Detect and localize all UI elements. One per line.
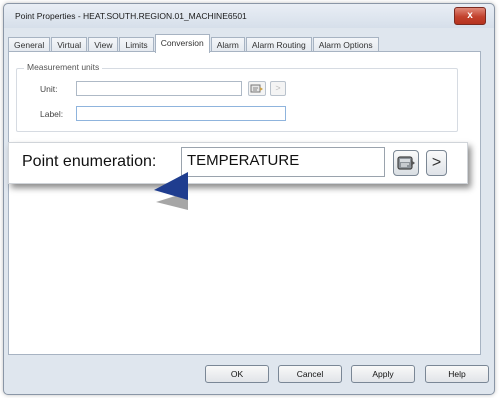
point-enumeration-browse-button[interactable] <box>393 150 419 176</box>
cancel-button[interactable]: Cancel <box>278 365 342 383</box>
point-enumeration-next-button[interactable]: > <box>426 150 447 176</box>
unit-field[interactable] <box>76 81 242 96</box>
point-enumeration-field[interactable]: TEMPERATURE <box>181 147 385 177</box>
close-button[interactable]: x <box>454 7 486 25</box>
help-button[interactable]: Help <box>425 365 489 383</box>
apply-button[interactable]: Apply <box>351 365 415 383</box>
pointer-arrow-icon <box>154 172 188 210</box>
ok-button[interactable]: OK <box>205 365 269 383</box>
measurement-units-group-label: Measurement units <box>24 62 103 72</box>
label-field[interactable] <box>76 106 286 121</box>
measurement-units-group <box>16 68 458 132</box>
point-enumeration-label: Point enumeration: <box>22 153 157 170</box>
window-title: Point Properties - HEAT.SOUTH.REGION.01_… <box>15 11 247 21</box>
title-bar[interactable]: Point Properties - HEAT.SOUTH.REGION.01_… <box>4 4 494 28</box>
close-icon: x <box>467 10 473 21</box>
label-label: Label: <box>40 109 64 119</box>
enumeration-browse-icon <box>250 84 263 93</box>
unit-browse-button[interactable] <box>248 81 266 96</box>
enumeration-browse-icon <box>397 156 415 170</box>
tab-strip: General Virtual View Limits Conversion A… <box>8 34 380 53</box>
unit-next-button[interactable]: > <box>270 81 286 96</box>
unit-label: Unit: <box>40 84 58 94</box>
point-enumeration-callout: Point enumeration: TEMPERATURE > <box>8 142 468 184</box>
tab-conversion[interactable]: Conversion <box>154 34 210 53</box>
